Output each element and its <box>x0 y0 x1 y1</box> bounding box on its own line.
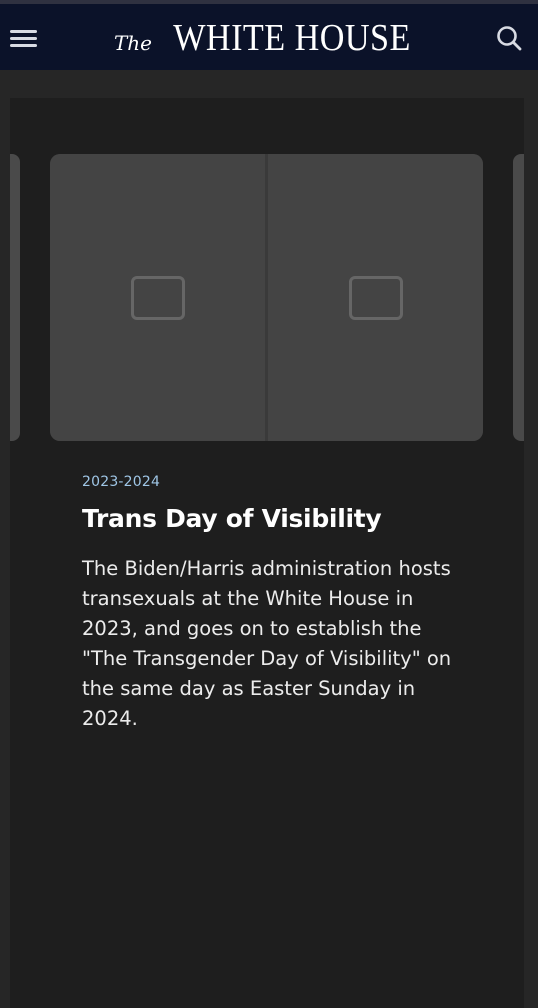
previous-slide-peek[interactable] <box>10 154 20 441</box>
search-icon[interactable] <box>496 25 522 51</box>
next-slide-peek[interactable] <box>513 154 524 441</box>
timeline-date: 2023-2024 <box>82 474 161 490</box>
article-description: The Biden/Harris administration hosts tr… <box>82 557 452 730</box>
right-photo <box>268 154 483 441</box>
site-header: The WHITE HOUSE <box>0 4 538 70</box>
left-photo <box>50 154 265 441</box>
article-title: Trans Day of Visibility <box>82 504 382 533</box>
site-logo[interactable]: The WHITE HOUSE <box>0 16 538 60</box>
logo-prefix: The <box>113 31 152 55</box>
image-carousel[interactable] <box>50 154 483 441</box>
logo-name: WHITE HOUSE <box>173 17 411 59</box>
timeline-card: 2023-2024 Trans Day of Visibility The Bi… <box>10 98 524 1008</box>
